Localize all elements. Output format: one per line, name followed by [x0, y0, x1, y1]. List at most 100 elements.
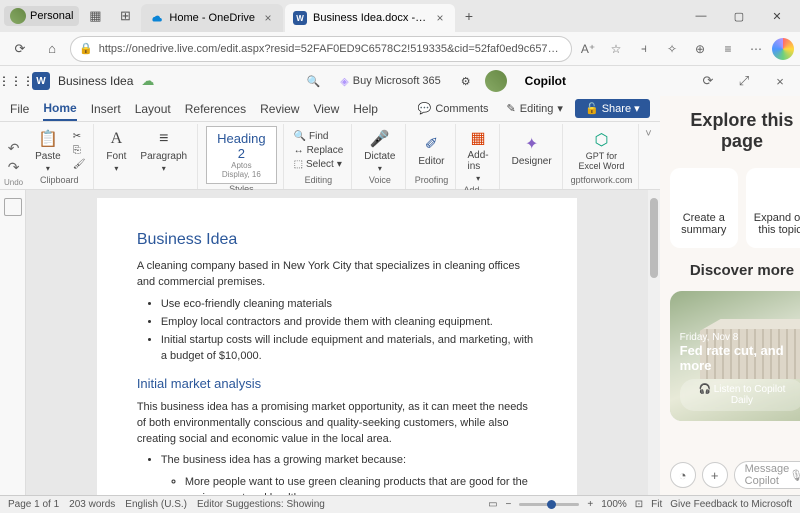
profile-label: Personal [30, 10, 73, 22]
close-icon[interactable]: × [433, 11, 447, 25]
fit-label[interactable]: Fit [651, 499, 662, 510]
redo-icon[interactable]: ↷ [8, 159, 20, 176]
tab-references[interactable]: References [185, 98, 246, 120]
workspaces-icon[interactable]: ▦ [81, 2, 109, 30]
tab-home[interactable]: Home [43, 97, 76, 121]
copilot-browser-icon[interactable] [772, 38, 794, 60]
editing-mode-button[interactable]: ✎ Editing ▾ [501, 100, 569, 117]
undo-icon[interactable]: ↶ [8, 140, 20, 157]
copy-icon[interactable]: ⎘ [71, 144, 88, 157]
gem-icon: ◈ [340, 75, 348, 88]
language[interactable]: English (U.S.) [125, 499, 187, 510]
list-item: Use eco-friendly cleaning materials [161, 297, 537, 313]
expand-pane-icon[interactable]: ⤢ [732, 69, 756, 93]
word-count[interactable]: 203 words [69, 499, 115, 510]
zoom-out-icon[interactable]: − [506, 499, 512, 510]
paragraph-button[interactable]: ≡ Paragraph▾ [136, 127, 191, 175]
cut-icon[interactable]: ✂ [71, 130, 88, 143]
tab-file[interactable]: File [10, 98, 29, 120]
profile-pill[interactable]: Personal [4, 6, 79, 26]
new-tab-button[interactable]: + [457, 4, 481, 28]
onedrive-icon [149, 11, 163, 25]
slider-thumb[interactable] [547, 500, 556, 509]
font-button[interactable]: A Font▾ [102, 127, 130, 175]
extensions-icon[interactable]: ⊕ [688, 37, 712, 61]
scroll-thumb[interactable] [650, 198, 658, 278]
status-bar: Page 1 of 1 203 words English (U.S.) Edi… [0, 495, 800, 513]
share-button[interactable]: 🔓 Share ▾ [575, 99, 650, 118]
designer-icon: ✦ [522, 134, 542, 154]
favorite-icon[interactable]: ☆ [604, 37, 628, 61]
history-icon[interactable]: ◔ [670, 462, 696, 488]
maximize-button[interactable]: ▢ [720, 2, 758, 30]
feedback-link[interactable]: Give Feedback to Microsoft [670, 499, 792, 510]
split-screen-icon[interactable]: ⫞ [632, 37, 656, 61]
user-avatar[interactable] [485, 70, 507, 92]
font-icon: A [106, 129, 126, 149]
paste-button[interactable]: 📋 Paste▾ [31, 127, 65, 175]
read-aloud-icon[interactable]: A⁺ [576, 37, 600, 61]
document-page[interactable]: Business Idea A cleaning company based i… [97, 198, 577, 495]
zoom-slider[interactable] [519, 503, 579, 506]
gpt-icon: ⬡ [591, 130, 611, 150]
doc-paragraph: A cleaning company based in New York Cit… [137, 259, 537, 291]
refresh-icon[interactable]: ⟳ [6, 35, 34, 63]
collections-icon[interactable]: ✧ [660, 37, 684, 61]
app-launcher-icon[interactable]: ⋮⋮⋮ [8, 73, 24, 89]
fit-icon[interactable]: ⊡ [635, 499, 643, 510]
close-pane-icon[interactable]: × [768, 69, 792, 93]
doc-paragraph: This business idea has a promising marke… [137, 400, 537, 448]
expand-card[interactable]: Expand on this topic [746, 168, 800, 248]
tab-onedrive[interactable]: Home - OneDrive × [141, 4, 283, 32]
listen-button[interactable]: 🎧 Listen to Copilot Daily [680, 379, 800, 411]
new-chat-icon[interactable]: + [702, 462, 728, 488]
paste-icon: 📋 [38, 129, 58, 149]
word-icon: W [293, 11, 307, 25]
comments-button[interactable]: 💬 Comments [412, 100, 495, 117]
tab-insert[interactable]: Insert [91, 98, 121, 120]
settings-icon[interactable]: ⚙ [455, 73, 477, 90]
more-icon[interactable]: ⋯ [744, 37, 768, 61]
document-name[interactable]: Business Idea [58, 74, 133, 88]
search-button[interactable]: 🔍 [301, 73, 327, 90]
discover-hero[interactable]: Friday, Nov 8 Fed rate cut, and more 🎧 L… [670, 291, 800, 421]
nav-pane-icon[interactable] [4, 198, 22, 216]
tab-review[interactable]: Review [260, 98, 299, 120]
zoom-level[interactable]: 100% [601, 499, 627, 510]
scrollbar[interactable] [648, 190, 660, 495]
zoom-in-icon[interactable]: + [587, 499, 593, 510]
document-area: Business Idea A cleaning company based i… [0, 190, 660, 495]
editor-status[interactable]: Editor Suggestions: Showing [197, 499, 325, 510]
mic-icon[interactable]: 🎙 [789, 469, 800, 482]
style-gallery[interactable]: Heading 2 Aptos Display, 16 [206, 126, 276, 184]
minimize-button[interactable]: ― [682, 2, 720, 30]
home-icon[interactable]: ⌂ [38, 35, 66, 63]
format-painter-icon[interactable]: 🖌 [71, 158, 88, 171]
tab-word-doc[interactable]: W Business Idea.docx - Microsoft W × [285, 4, 455, 32]
editor-button[interactable]: ✐ Editor [414, 132, 448, 169]
replace-button[interactable]: ↔ Replace [292, 144, 346, 157]
tab-view[interactable]: View [313, 98, 339, 120]
addins-button[interactable]: ▦ Add-ins▾ [464, 126, 493, 185]
input-placeholder: Message Copilot [745, 463, 790, 487]
summary-card[interactable]: Create a summary [670, 168, 738, 248]
designer-button[interactable]: ✦ Designer [508, 132, 556, 169]
close-window-button[interactable]: ✕ [758, 2, 796, 30]
select-button[interactable]: ⬚ Select ▾ [292, 158, 346, 171]
buy-m365-button[interactable]: ◈Buy Microsoft 365 [334, 73, 447, 90]
url-text: https://onedrive.live.com/edit.aspx?resi… [99, 43, 563, 55]
dictate-button[interactable]: 🎤 Dictate▾ [360, 127, 399, 175]
refresh-pane-icon[interactable]: ⟳ [696, 69, 720, 93]
close-icon[interactable]: × [261, 11, 275, 25]
gpt-addin-button[interactable]: ⬡ GPT for Excel Word [571, 128, 631, 174]
url-field[interactable]: 🔒 https://onedrive.live.com/edit.aspx?re… [70, 36, 572, 62]
browser-favorites-icon[interactable]: ≡ [716, 37, 740, 61]
tab-actions-icon[interactable]: ⊞ [111, 2, 139, 30]
tab-layout[interactable]: Layout [135, 98, 171, 120]
copilot-input[interactable]: Message Copilot 🎙 [734, 461, 800, 489]
ribbon-collapse-icon[interactable]: ˅ [641, 124, 655, 189]
page-count[interactable]: Page 1 of 1 [8, 499, 59, 510]
find-button[interactable]: 🔍 Find [292, 130, 346, 143]
tab-help[interactable]: Help [353, 98, 378, 120]
view-mode-icon[interactable]: ▭ [488, 499, 497, 510]
